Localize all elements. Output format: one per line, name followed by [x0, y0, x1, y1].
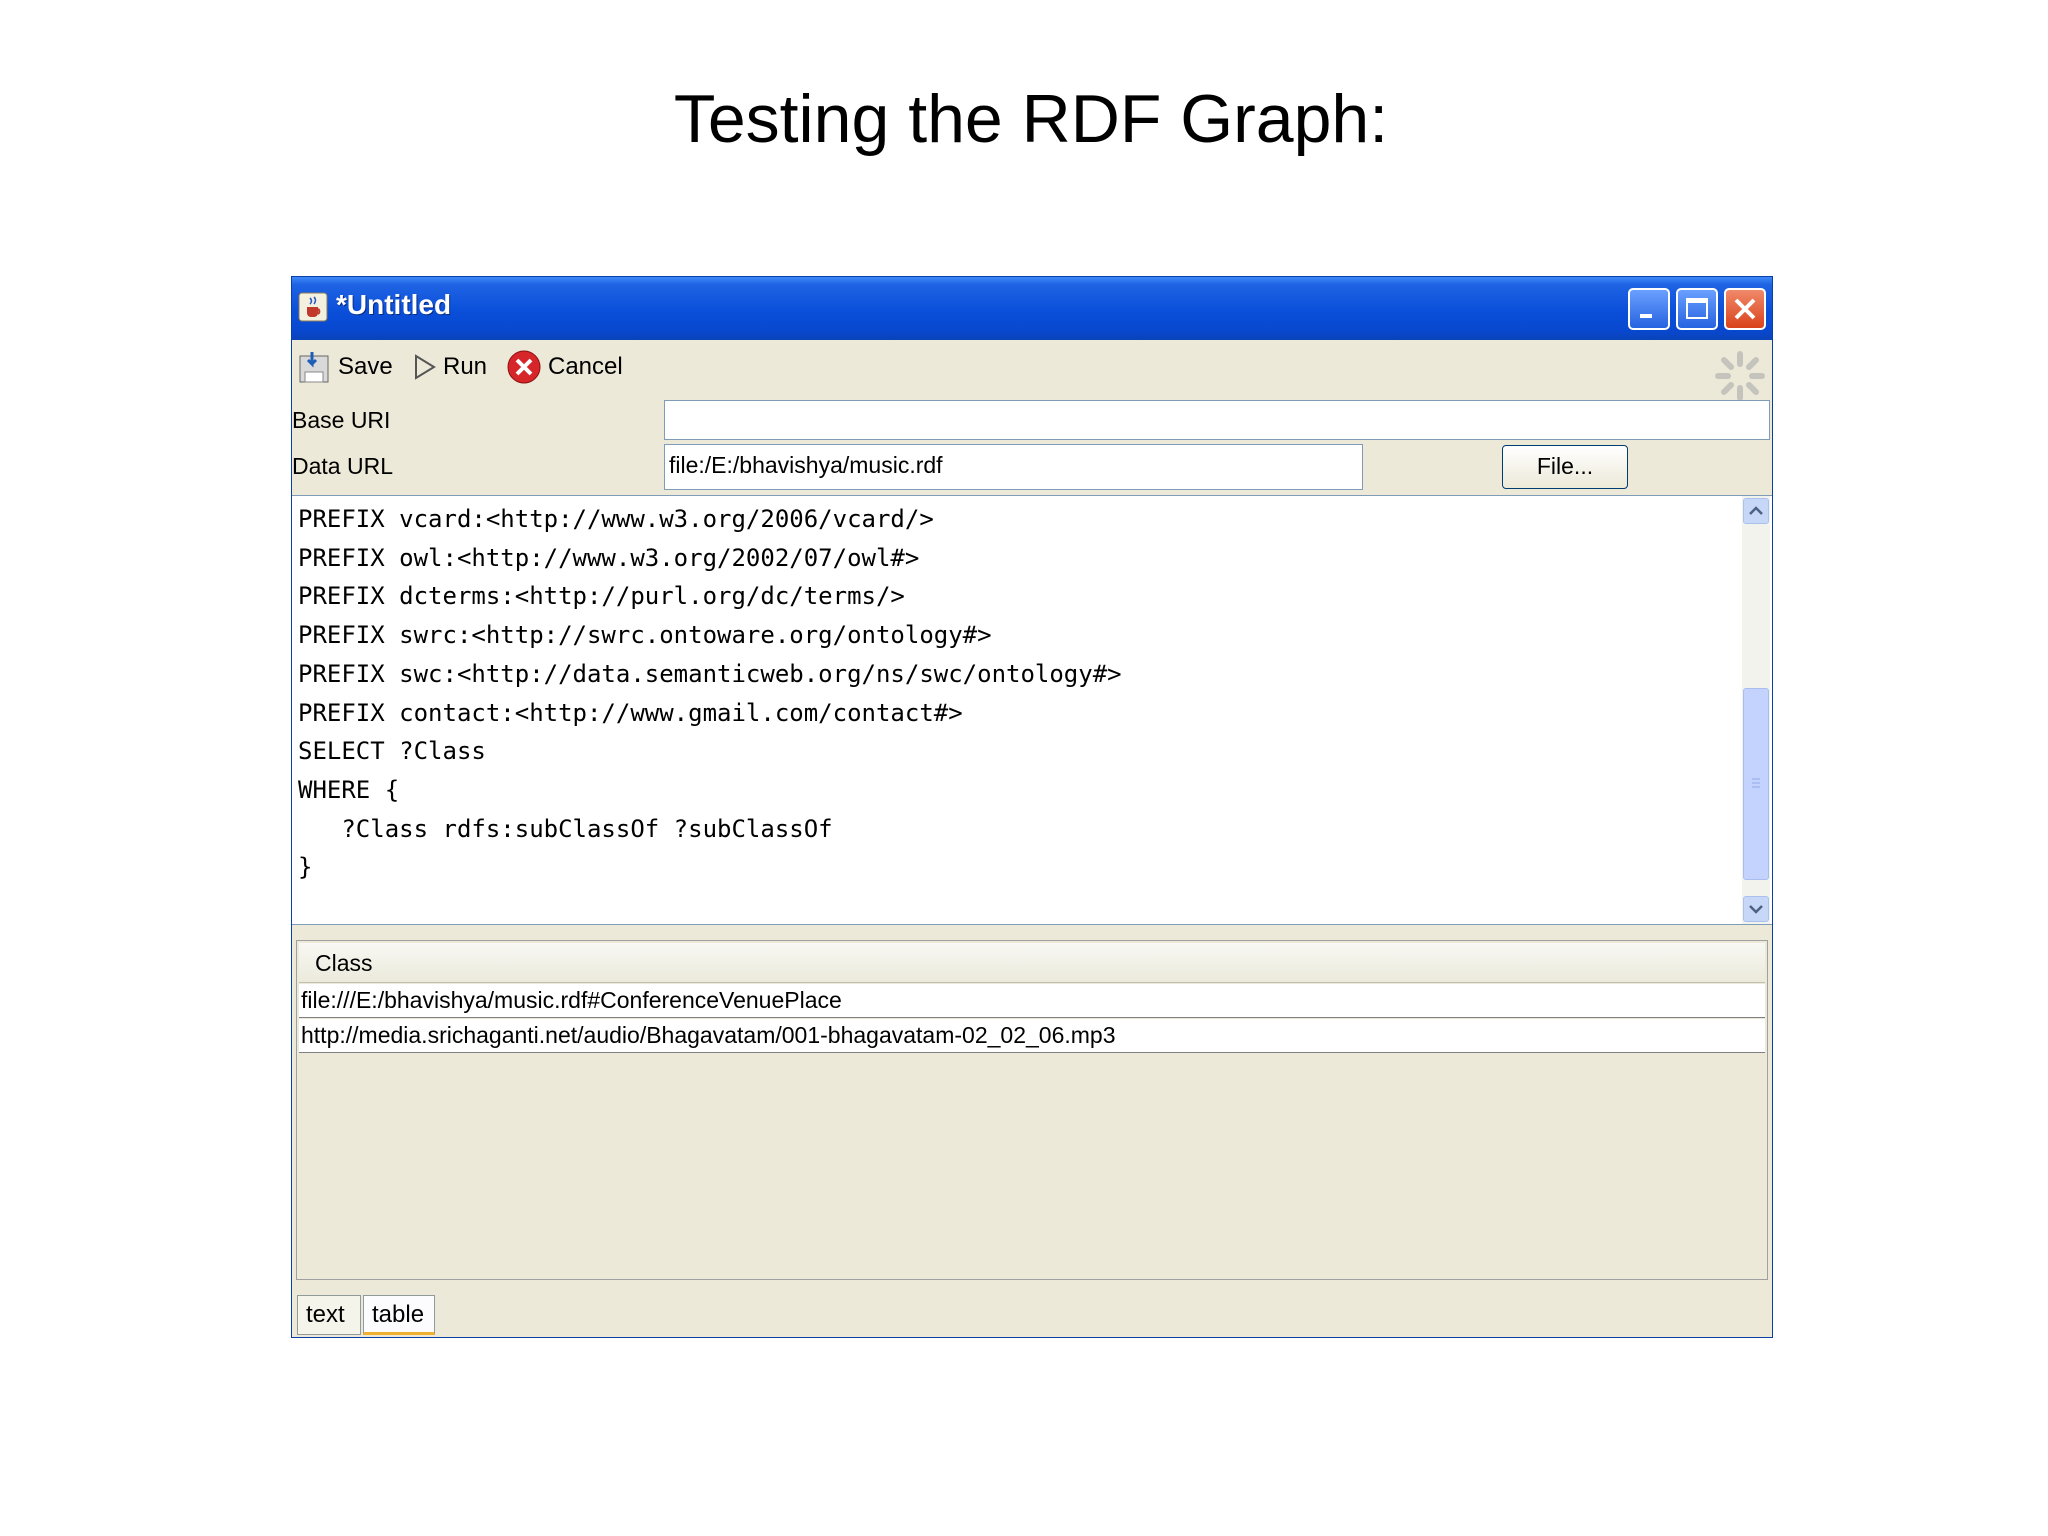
data-url-input[interactable]: file:/E:/bhavishya/music.rdf: [664, 444, 1363, 490]
close-icon: [1734, 298, 1756, 320]
grip-icon: [1752, 778, 1760, 788]
base-uri-input[interactable]: [664, 400, 1770, 440]
cancel-icon: [507, 350, 541, 384]
maximize-icon: [1686, 298, 1708, 319]
query-scrollbar[interactable]: [1742, 496, 1770, 924]
run-label: Run: [443, 353, 488, 380]
file-button[interactable]: File...: [1502, 445, 1628, 489]
play-icon: [415, 354, 436, 380]
column-header-class[interactable]: Class: [299, 943, 1765, 983]
query-window: *Untitled Save Run Cancel Base URI Data …: [291, 276, 1773, 1338]
scroll-up-button[interactable]: [1743, 498, 1769, 524]
cancel-button[interactable]: Cancel: [506, 350, 623, 384]
java-cup-icon: [298, 292, 328, 322]
minimize-button[interactable]: [1628, 288, 1670, 330]
scroll-thumb[interactable]: [1743, 688, 1769, 880]
data-url-label: Data URL: [292, 453, 393, 479]
save-icon: [299, 352, 329, 383]
title-bar[interactable]: *Untitled: [292, 277, 1772, 340]
results-table: Class file:///E:/bhavishya/music.rdf#Con…: [296, 940, 1768, 1280]
query-editor[interactable]: PREFIX vcard:<http://www.w3.org/2006/vca…: [292, 495, 1772, 925]
query-text[interactable]: PREFIX vcard:<http://www.w3.org/2006/vca…: [298, 500, 1122, 887]
base-uri-label: Base URI: [292, 407, 391, 433]
table-row[interactable]: file:///E:/bhavishya/music.rdf#Conferenc…: [299, 984, 1765, 1018]
minimize-icon: [1640, 314, 1652, 318]
maximize-button[interactable]: [1676, 288, 1718, 330]
chevron-up-icon: [1749, 506, 1763, 515]
scroll-down-button[interactable]: [1743, 896, 1769, 922]
cancel-label: Cancel: [548, 353, 623, 380]
run-button[interactable]: Run: [413, 350, 487, 384]
close-button[interactable]: [1724, 288, 1766, 330]
tab-text[interactable]: text: [297, 1295, 361, 1335]
save-label: Save: [338, 353, 393, 380]
table-row[interactable]: http://media.srichaganti.net/audio/Bhaga…: [299, 1019, 1765, 1053]
chevron-down-icon: [1749, 905, 1763, 914]
tab-table[interactable]: table: [363, 1295, 435, 1335]
slide-title: Testing the RDF Graph:: [673, 81, 1389, 157]
toolbar: Save Run Cancel: [292, 340, 1772, 401]
save-button[interactable]: Save: [298, 350, 393, 384]
window-title: *Untitled: [336, 289, 452, 320]
